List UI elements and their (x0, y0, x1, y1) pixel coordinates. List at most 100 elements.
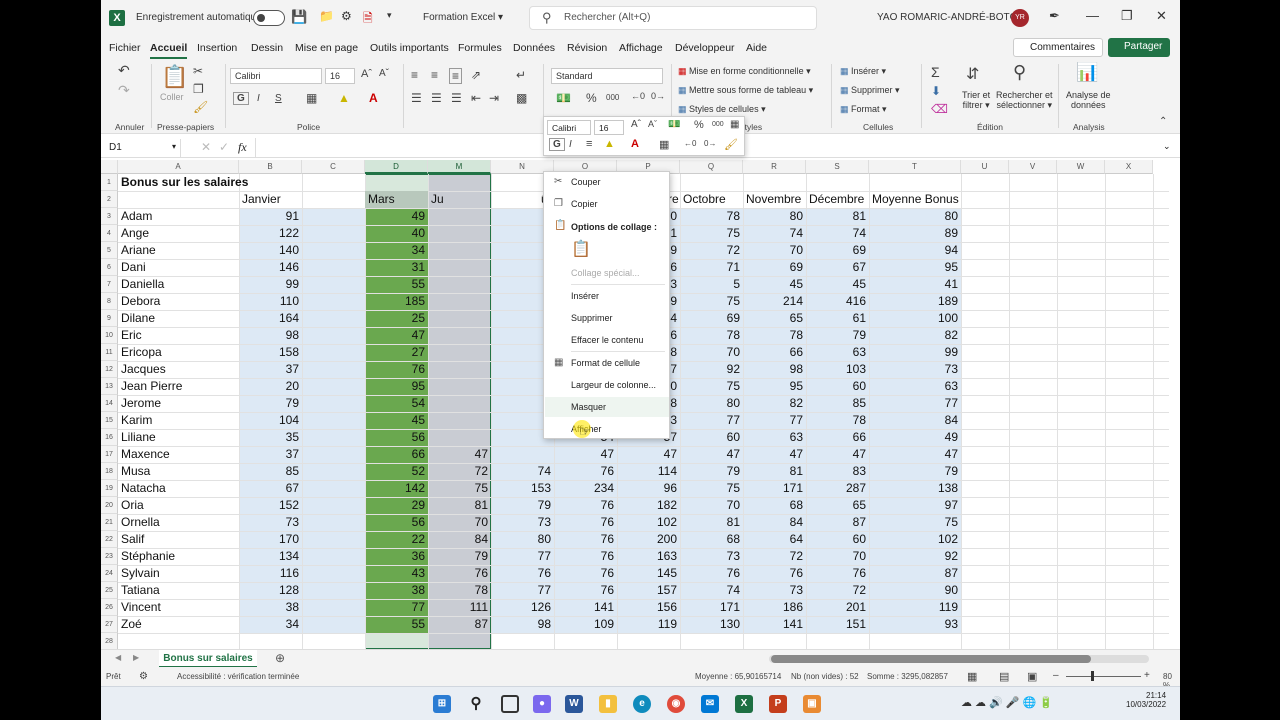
mini-font-name[interactable]: Calibri (547, 120, 591, 135)
cell[interactable]: 34 (365, 242, 428, 259)
cell[interactable]: Natacha (118, 480, 239, 497)
increase-decimal-icon[interactable]: ←0 (631, 91, 645, 101)
add-sheet-icon[interactable]: ⊕ (275, 651, 285, 665)
delete-cells-button[interactable]: ▦ Supprimer ▾ (840, 85, 900, 96)
cancel-icon[interactable]: ✕ (201, 140, 211, 154)
cell[interactable]: 60 (806, 531, 869, 548)
cell[interactable]: 287 (806, 480, 869, 497)
cell[interactable]: 75 (680, 378, 743, 395)
menu-item-effacer[interactable]: Effacer le contenu (571, 335, 643, 345)
undo-icon[interactable]: ↶ (118, 62, 130, 79)
conditional-format-button[interactable]: ▦ Mise en forme conditionnelle ▾ (678, 66, 811, 77)
cell[interactable]: Ornella (118, 514, 239, 531)
cell[interactable]: 60 (680, 429, 743, 446)
borders-icon[interactable]: ▦ (306, 91, 317, 105)
cell[interactable]: 416 (806, 293, 869, 310)
cell[interactable]: 65 (743, 310, 806, 327)
row-header[interactable]: 10 (101, 327, 118, 344)
select-all-corner[interactable] (101, 160, 118, 174)
cell[interactable]: Karim (118, 412, 239, 429)
cell[interactable]: 71 (680, 259, 743, 276)
cell[interactable]: 29 (365, 497, 428, 514)
column-header-m[interactable]: M (428, 160, 491, 174)
comments-button[interactable]: Commentaires (1013, 38, 1103, 57)
document-title[interactable]: Formation Excel ▾ (423, 12, 503, 23)
cell[interactable]: Stéphanie (118, 548, 239, 565)
find-select-button[interactable]: Rechercher et sélectionner ▾ (996, 90, 1053, 111)
tab-fichier[interactable]: Fichier (109, 42, 141, 54)
cell[interactable]: 157 (617, 582, 680, 599)
cell[interactable]: Jean Pierre (118, 378, 239, 395)
cell[interactable]: Debora (118, 293, 239, 310)
cell[interactable]: 74 (491, 463, 554, 480)
cell[interactable]: 31 (365, 259, 428, 276)
row-header[interactable]: 4 (101, 225, 118, 242)
cell[interactable]: 65 (806, 497, 869, 514)
tab-donnees[interactable]: Données (513, 42, 555, 54)
save-icon[interactable]: 💾 (291, 9, 307, 25)
cell[interactable]: 92 (680, 361, 743, 378)
mini-increase-decimal-icon[interactable]: ←0 (684, 139, 696, 148)
cell[interactable]: 5 (680, 276, 743, 293)
cell[interactable]: 63 (869, 378, 961, 395)
cell[interactable]: 75 (869, 514, 961, 531)
cell[interactable]: 76 (680, 565, 743, 582)
cell[interactable]: 76 (554, 463, 617, 480)
customize-toolbar-icon[interactable]: ▾ (387, 10, 392, 21)
cell[interactable]: 140 (239, 242, 302, 259)
tab-affichage[interactable]: Affichage (619, 42, 663, 54)
menu-item-inserer[interactable]: Insérer (571, 291, 599, 301)
cell[interactable]: 114 (617, 463, 680, 480)
row-header[interactable]: 8 (101, 293, 118, 310)
mini-grow-font-icon[interactable]: Aˆ (631, 119, 641, 130)
accessibility-status[interactable]: Accessibilité : vérification terminée (177, 672, 299, 681)
cell[interactable]: 49 (869, 429, 961, 446)
row-header[interactable]: 7 (101, 276, 118, 293)
cell[interactable]: 92 (869, 548, 961, 565)
cell[interactable]: 80 (491, 531, 554, 548)
cell[interactable]: Mars (365, 191, 428, 208)
taskbar-clock[interactable]: 21:14 10/03/2022 (1126, 691, 1166, 709)
cell[interactable]: 100 (869, 310, 961, 327)
cell[interactable]: 130 (680, 616, 743, 633)
cell[interactable]: 146 (239, 259, 302, 276)
cell[interactable]: 66 (806, 429, 869, 446)
fill-color-icon[interactable]: ▲ (338, 91, 350, 105)
cell[interactable]: 76 (554, 565, 617, 582)
cell[interactable]: 84 (869, 412, 961, 429)
cell[interactable]: 103 (806, 361, 869, 378)
next-sheet-icon[interactable]: ▶ (133, 653, 139, 662)
mini-bold-button[interactable]: G (549, 138, 565, 151)
row-header[interactable]: 25 (101, 582, 118, 599)
page-break-icon[interactable]: ▣ (1027, 670, 1037, 683)
tab-insertion[interactable]: Insertion (197, 42, 237, 54)
number-format-dropdown[interactable]: Standard (551, 68, 663, 84)
cell[interactable]: 47 (680, 446, 743, 463)
thousands-icon[interactable]: 000 (606, 93, 619, 102)
increase-indent-icon[interactable]: ⇥ (489, 91, 499, 105)
cell[interactable]: 77 (680, 412, 743, 429)
collapse-ribbon-icon[interactable]: ⌃ (1159, 116, 1167, 127)
cell[interactable]: 126 (491, 599, 554, 616)
cell[interactable]: 119 (617, 616, 680, 633)
cell[interactable]: 52 (365, 463, 428, 480)
cell[interactable]: 80 (869, 208, 961, 225)
menu-item-largeur-colonne[interactable]: Largeur de colonne... (571, 380, 656, 390)
mini-fill-color-icon[interactable]: ▲ (604, 138, 615, 150)
cell[interactable]: 75 (680, 225, 743, 242)
cell[interactable]: 43 (365, 565, 428, 582)
zoom-out-icon[interactable]: – (1053, 670, 1059, 681)
pdf-icon[interactable]: 🗎 (363, 9, 373, 30)
row-header[interactable]: 21 (101, 514, 118, 531)
cell[interactable]: Oria (118, 497, 239, 514)
cell[interactable]: 67 (239, 480, 302, 497)
bold-button[interactable]: G (233, 92, 249, 105)
cell[interactable]: 98 (491, 616, 554, 633)
cell[interactable]: 109 (554, 616, 617, 633)
column-header-s[interactable]: S (806, 160, 869, 174)
cell[interactable]: Ange (118, 225, 239, 242)
cell[interactable]: 79 (680, 463, 743, 480)
cell[interactable]: 61 (806, 310, 869, 327)
cell[interactable]: 79 (239, 395, 302, 412)
row-header[interactable]: 15 (101, 412, 118, 429)
